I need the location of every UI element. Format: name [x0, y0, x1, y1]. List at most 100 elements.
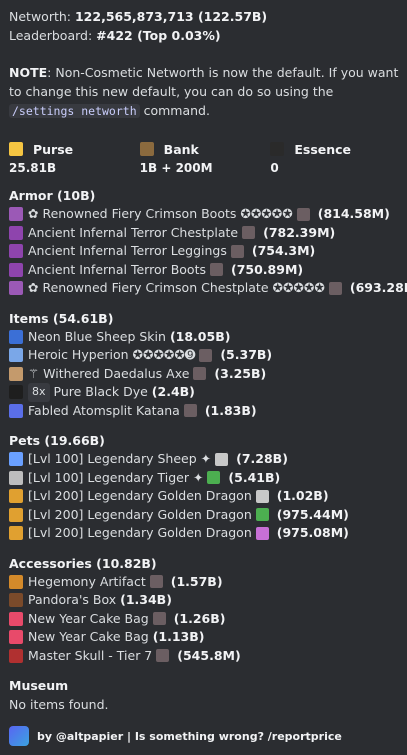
- modifier-icon: [328, 281, 342, 295]
- museum-section: Museum No items found.: [9, 677, 401, 714]
- list-item: New Year Cake Bag (1.13B): [9, 628, 401, 647]
- item-value: (1.02B): [276, 488, 329, 503]
- list-item: New Year Cake Bag (1.26B): [9, 610, 401, 629]
- item-name: ⚚ Withered Daedalus Axe: [28, 365, 190, 381]
- item-icon: [9, 385, 23, 400]
- section: Armor (10B) ✿ Renowned Fiery Crimson Boot…: [9, 187, 407, 298]
- list-item: 8x Pure Black Dye (2.4B): [9, 383, 401, 402]
- list-item: [Lvl 100] Legendary Sheep ✦ (7.28B): [9, 450, 401, 469]
- note-text: : Non-Cosmetic Networth is now the defau…: [9, 65, 399, 99]
- stats-row: Purse 25.81B Bank 1B + 200M Essence 0: [9, 139, 401, 175]
- item-name: Ancient Infernal Terror Leggings: [28, 243, 227, 258]
- item-value: (693.28M): [349, 280, 407, 295]
- modifier-icon: [149, 575, 163, 589]
- item-value: (1.34B): [120, 592, 172, 607]
- item-name: [Lvl 200] Legendary Golden Dragon: [28, 506, 252, 522]
- museum-text: No items found.: [9, 697, 109, 712]
- networth-label: Networth:: [9, 9, 71, 24]
- section-title: Pets (19.66B): [9, 433, 105, 448]
- note-text-after: command.: [139, 103, 210, 118]
- settings-command[interactable]: /settings networth: [9, 104, 140, 118]
- modifier-icon: [156, 649, 170, 663]
- list-item: [Lvl 200] Legendary Golden Dragon (1.02B): [9, 487, 401, 506]
- item-name: Pandora's Box: [28, 592, 117, 607]
- modifier-icon: [255, 489, 269, 503]
- item-value: (975.08M): [276, 525, 349, 540]
- item-value: (1.26B): [173, 610, 226, 626]
- modifier-icon: [152, 612, 166, 626]
- item-name: New Year Cake Bag: [28, 610, 149, 626]
- list-item: Ancient Infernal Terror Chestplate (782.3…: [9, 224, 401, 243]
- wither-skull-icon: [270, 142, 285, 156]
- leaderboard-line: Leaderboard: #422 (Top 0.03%): [9, 26, 401, 45]
- modifier-icon: [296, 207, 310, 221]
- list-item: Ancient Infernal Terror Boots (750.89M): [9, 261, 401, 280]
- item-name: New Year Cake Bag: [28, 629, 149, 644]
- item-icon: [9, 452, 23, 467]
- item-icon: [9, 630, 23, 645]
- list-item: [Lvl 100] Legendary Tiger ✦ (5.41B): [9, 469, 401, 488]
- item-name: Fabled Atomsplit Katana: [28, 402, 180, 418]
- item-icon: [9, 648, 23, 663]
- item-value: (5.37B): [220, 347, 273, 362]
- list-item: Heroic Hyperion ✪✪✪✪✪➒ (5.37B): [9, 346, 401, 365]
- section-title: Accessories (10.82B): [9, 555, 157, 571]
- bot-logo-icon: [9, 726, 29, 746]
- list-item: Ancient Infernal Terror Leggings (754.3M): [9, 242, 401, 261]
- item-value: (5.41B): [228, 469, 281, 485]
- leaderboard-label: Leaderboard:: [9, 28, 93, 43]
- section: Items (54.61B) Neon Blue Sheep Skin (18.05…: [9, 310, 401, 421]
- section-title: Armor (10B): [9, 188, 96, 203]
- item-icon: [9, 574, 23, 589]
- stat-bank: Bank 1B + 200M: [139, 139, 271, 175]
- item-value: (2.4B): [151, 384, 195, 399]
- stat-essence: Essence 0: [270, 139, 401, 175]
- list-item: Hegemony Artifact (1.57B): [9, 573, 401, 592]
- item-value: (18.05B): [169, 328, 231, 344]
- footer-text: by @altpapier | Is something wrong? /rep…: [37, 729, 342, 743]
- item-icon: [9, 366, 23, 381]
- item-name: Ancient Infernal Terror Chestplate: [28, 224, 239, 240]
- sections: Armor (10B) ✿ Renowned Fiery Crimson Boot…: [9, 187, 407, 666]
- item-name: Ancient Infernal Terror Boots: [28, 261, 206, 277]
- list-item: Neon Blue Sheep Skin (18.05B): [9, 328, 401, 347]
- item-value: (814.58M): [317, 206, 390, 221]
- item-icon: [9, 403, 23, 418]
- item-value: (975.44M): [276, 506, 349, 522]
- item-name: [Lvl 200] Legendary Golden Dragon: [28, 525, 252, 540]
- item-icon: [9, 225, 23, 240]
- item-name: [Lvl 100] Legendary Sheep ✦: [28, 451, 212, 466]
- quantity-badge: 8x: [28, 383, 50, 402]
- item-name: Heroic Hyperion ✪✪✪✪✪➒: [28, 347, 196, 362]
- chest-icon: [139, 142, 154, 156]
- modifier-icon: [242, 226, 256, 240]
- note: NOTE: Non-Cosmetic Networth is now the d…: [9, 63, 401, 121]
- item-name: [Lvl 100] Legendary Tiger ✦: [28, 469, 204, 485]
- stat-value: 1B + 200M: [139, 161, 213, 175]
- modifier-icon: [255, 526, 269, 540]
- item-icon: [9, 348, 23, 363]
- stat-label: Essence: [294, 141, 352, 157]
- note-label: NOTE: [9, 65, 48, 80]
- item-icon: [9, 526, 23, 541]
- item-icon: [9, 244, 23, 259]
- item-name: ✿ Renowned Fiery Crimson Chestplate ✪✪✪✪…: [28, 280, 325, 295]
- item-icon: [9, 281, 23, 296]
- list-item: Master Skull - Tier 7 (545.8M): [9, 647, 401, 666]
- item-value: (754.3M): [251, 243, 316, 258]
- list-item: [Lvl 200] Legendary Golden Dragon (975.44…: [9, 506, 401, 525]
- item-value: (750.89M): [231, 261, 304, 277]
- gold-ingot-icon: [9, 142, 23, 156]
- item-value: (1.57B): [170, 573, 223, 589]
- stat-label: Bank: [163, 141, 199, 157]
- item-value: (1.13B): [152, 629, 205, 644]
- item-value: (782.39M): [263, 224, 336, 240]
- item-name: Pure Black Dye: [53, 384, 148, 399]
- item-name: Neon Blue Sheep Skin: [28, 328, 166, 344]
- list-item: Fabled Atomsplit Katana (1.83B): [9, 402, 401, 421]
- modifier-icon: [215, 452, 229, 466]
- footer: by @altpapier | Is something wrong? /rep…: [9, 726, 342, 746]
- modifier-icon: [193, 367, 207, 381]
- item-icon: [9, 489, 23, 504]
- list-item: ✿ Renowned Fiery Crimson Chestplate ✪✪✪✪…: [9, 279, 407, 298]
